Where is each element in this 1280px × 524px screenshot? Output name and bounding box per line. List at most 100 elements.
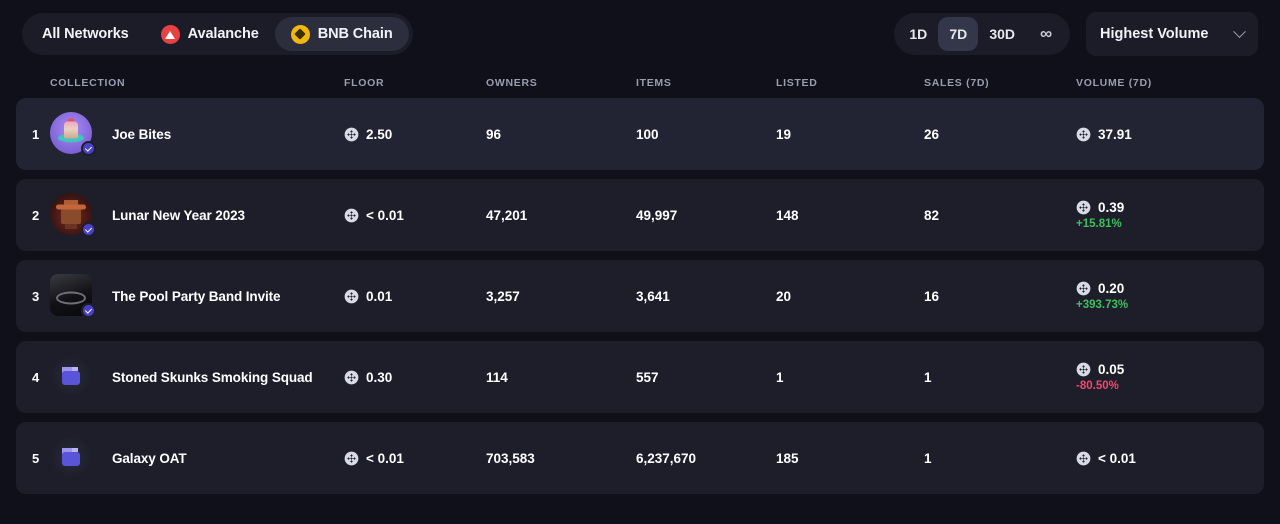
listed-value: 20 (776, 289, 924, 304)
range-button-label: ∞ (1040, 24, 1052, 44)
listed-value: 185 (776, 451, 924, 466)
collection-avatar (50, 274, 94, 318)
network-pill-avalanche[interactable]: Avalanche (145, 17, 275, 51)
range-button-label: 7D (949, 26, 967, 42)
table-row[interactable]: 5 Galaxy OAT < 0.01 703,5836,237,6701851 < 0… (16, 422, 1264, 494)
owners-value: 703,583 (486, 451, 636, 466)
table-row[interactable]: 1Joe Bites2.5096100192637.91 (16, 98, 1264, 170)
volume-value: < 0.01 (1098, 451, 1136, 466)
column-header-sales: SALES (7D) (924, 77, 1076, 89)
floor-price-cell: 2.50 (344, 127, 486, 142)
owners-value: 47,201 (486, 208, 636, 223)
sales-value: 82 (924, 208, 1076, 223)
row-rank: 4 (32, 370, 50, 385)
floor-price-value: 2.50 (366, 127, 392, 142)
network-pill-label: All Networks (42, 26, 129, 42)
volume-amount: 0.20 (1076, 281, 1248, 296)
table-header: COLLECTION FLOOR OWNERS ITEMS LISTED SAL… (16, 68, 1264, 98)
column-header-volume: VOLUME (7D) (1076, 77, 1248, 89)
sales-value: 1 (924, 370, 1076, 385)
listed-value: 148 (776, 208, 924, 223)
volume-value: 37.91 (1098, 127, 1132, 142)
volume-amount: < 0.01 (1076, 451, 1248, 466)
listed-value: 1 (776, 370, 924, 385)
volume-value: 0.20 (1098, 281, 1124, 296)
network-pill-label: BNB Chain (318, 26, 393, 42)
sort-select-value: Highest Volume (1100, 26, 1209, 42)
collection-name: The Pool Party Band Invite (102, 289, 344, 304)
range-button-label: 30D (989, 26, 1015, 42)
range-button-1d[interactable]: 1D (898, 17, 938, 51)
owners-value: 3,257 (486, 289, 636, 304)
floor-price-cell: 0.30 (344, 370, 486, 385)
verified-check-icon (81, 141, 96, 156)
items-value: 49,997 (636, 208, 776, 223)
range-button-7d[interactable]: 7D (938, 17, 978, 51)
items-value: 100 (636, 127, 776, 142)
network-filter-group: All Networks Avalanche BNB Chain (22, 13, 413, 55)
range-button-all[interactable]: ∞ (1026, 17, 1066, 51)
table-row[interactable]: 4Stoned Skunks Smoking Squad0.3011455711… (16, 341, 1264, 413)
volume-cell: 0.05 -80.50% (1076, 362, 1248, 392)
floor-price-cell: < 0.01 (344, 208, 486, 223)
table-row[interactable]: 3 The Pool Party Band Invite 0.01 3,2573,64… (16, 260, 1264, 332)
verified-check-icon (81, 303, 96, 318)
network-pill-all-networks[interactable]: All Networks (26, 17, 145, 51)
collection-name: Stoned Skunks Smoking Squad (102, 370, 344, 385)
floor-price-value: 0.01 (366, 289, 392, 304)
collection-avatar (50, 436, 94, 480)
sort-select[interactable]: Highest Volume (1086, 12, 1258, 56)
verified-check-icon (81, 222, 96, 237)
collection-name: Joe Bites (102, 127, 344, 142)
floor-price-cell: 0.01 (344, 289, 486, 304)
floor-price-value: 0.30 (366, 370, 392, 385)
volume-change: -80.50% (1076, 380, 1248, 392)
floor-price-value: < 0.01 (366, 451, 404, 466)
toolbar: All Networks Avalanche BNB Chain 1D 7D 30D ∞ … (0, 0, 1280, 68)
bnb-icon (291, 25, 310, 44)
collection-avatar (50, 193, 94, 237)
column-header-listed: LISTED (776, 77, 924, 89)
volume-amount: 0.39 (1076, 200, 1248, 215)
items-value: 557 (636, 370, 776, 385)
listed-value: 19 (776, 127, 924, 142)
right-controls: 1D 7D 30D ∞ Highest Volume (894, 12, 1258, 56)
collections-table: COLLECTION FLOOR OWNERS ITEMS LISTED SAL… (0, 68, 1280, 494)
collection-artwork (50, 355, 92, 397)
volume-change: +15.81% (1076, 218, 1248, 230)
collection-avatar (50, 112, 94, 156)
volume-cell: 0.20 +393.73% (1076, 281, 1248, 311)
collection-name: Lunar New Year 2023 (102, 208, 344, 223)
column-header-collection: COLLECTION (50, 77, 102, 89)
column-header-floor: FLOOR (344, 77, 486, 89)
table-body: 1Joe Bites2.5096100192637.912Lunar New Y… (16, 98, 1264, 494)
column-header-owners: OWNERS (486, 77, 636, 89)
range-button-30d[interactable]: 30D (978, 17, 1026, 51)
row-rank: 1 (32, 127, 50, 142)
volume-value: 0.39 (1098, 200, 1124, 215)
collection-avatar (50, 355, 94, 399)
network-pill-bnb-chain[interactable]: BNB Chain (275, 17, 409, 51)
sales-value: 1 (924, 451, 1076, 466)
volume-change: +393.73% (1076, 299, 1248, 311)
sales-value: 26 (924, 127, 1076, 142)
time-range-group: 1D 7D 30D ∞ (894, 13, 1070, 55)
items-value: 6,237,670 (636, 451, 776, 466)
row-rank: 5 (32, 451, 50, 466)
row-rank: 2 (32, 208, 50, 223)
owners-value: 114 (486, 370, 636, 385)
floor-price-cell: < 0.01 (344, 451, 486, 466)
volume-amount: 0.05 (1076, 362, 1248, 377)
table-row[interactable]: 2 Lunar New Year 2023 < 0.01 47,20149,99714… (16, 179, 1264, 251)
volume-value: 0.05 (1098, 362, 1124, 377)
row-rank: 3 (32, 289, 50, 304)
volume-amount: 37.91 (1076, 127, 1248, 142)
floor-price-value: < 0.01 (366, 208, 404, 223)
items-value: 3,641 (636, 289, 776, 304)
collection-artwork (50, 436, 92, 478)
collection-name: Galaxy OAT (102, 451, 344, 466)
avalanche-icon (161, 25, 180, 44)
chevron-down-icon (1233, 25, 1246, 38)
volume-cell: 37.91 (1076, 127, 1248, 142)
range-button-label: 1D (909, 26, 927, 42)
